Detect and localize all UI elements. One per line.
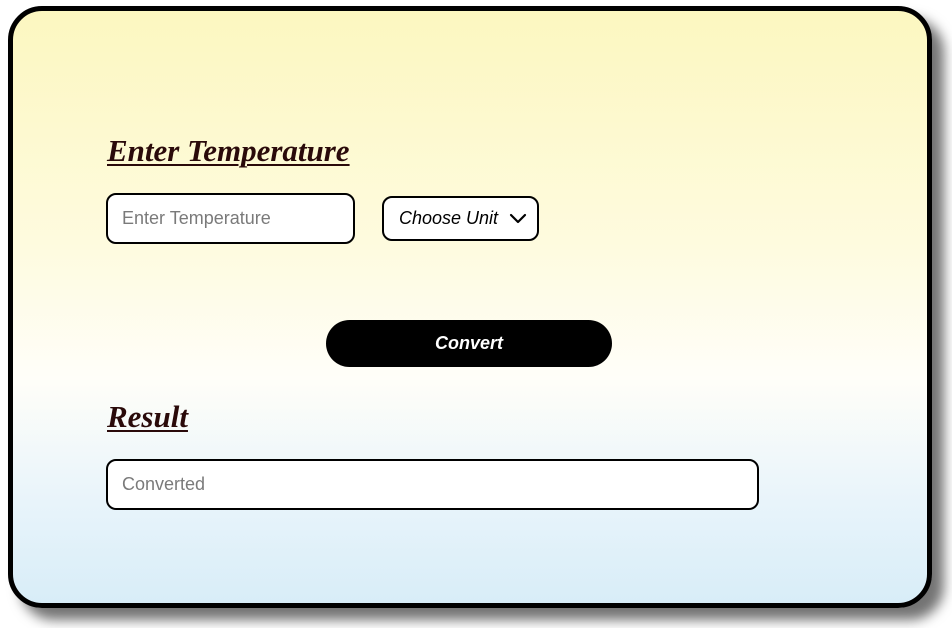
enter-temperature-heading: Enter Temperature (107, 133, 350, 168)
convert-button[interactable]: Convert (326, 320, 612, 367)
unit-select-value: Choose Unit (399, 208, 499, 228)
unit-select[interactable]: Choose Unit (382, 196, 539, 241)
chevron-down-icon (509, 213, 527, 225)
result-output-field[interactable] (106, 459, 759, 510)
temperature-input[interactable] (106, 193, 355, 244)
result-heading: Result (107, 399, 188, 434)
converter-card: Enter Temperature Choose Unit Convert Re… (8, 6, 932, 608)
